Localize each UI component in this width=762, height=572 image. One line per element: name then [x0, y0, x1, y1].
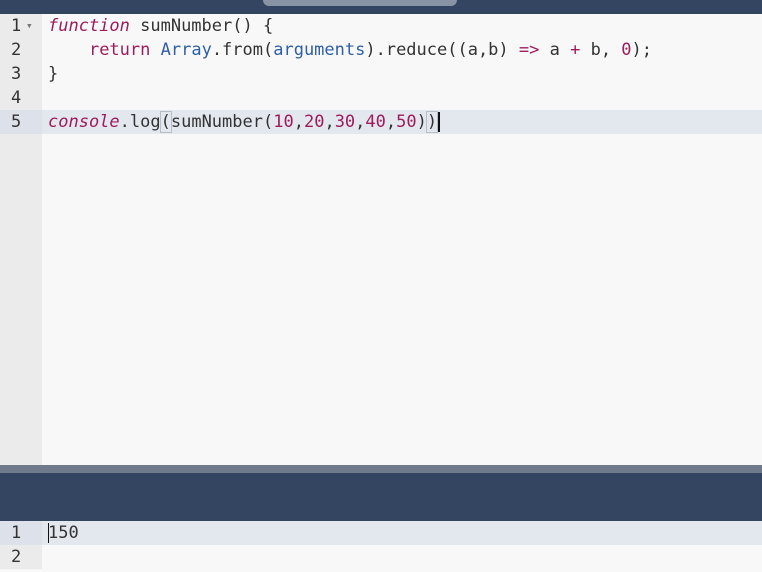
code-line-1[interactable]: 1 ▾ function sumNumber() { — [0, 14, 762, 38]
builtin-token: arguments — [273, 40, 366, 60]
code-token: , — [324, 112, 335, 132]
code-line-2[interactable]: 2 return Array.from(arguments).reduce((a… — [0, 38, 762, 62]
number-token: 40 — [365, 112, 386, 132]
console-header — [0, 473, 762, 521]
code-line-3[interactable]: 3 } — [0, 62, 762, 86]
code-token: a — [539, 40, 571, 60]
code-editor[interactable]: 1 ▾ function sumNumber() { 2 return Arra… — [0, 14, 762, 465]
number-token: 10 — [273, 112, 294, 132]
matched-bracket: ) — [425, 111, 439, 133]
line-number: 4 — [11, 88, 22, 108]
code-text: return Array.from(arguments).reduce((a,b… — [48, 38, 652, 62]
code-token: sumNumber() { — [129, 16, 274, 36]
operator-token: + — [570, 40, 581, 60]
console-line-2: 2 — [0, 545, 762, 569]
code-text: console.log(sumNumber(10,20,30,40,50)) — [48, 110, 441, 134]
code-token: , — [355, 112, 366, 132]
code-token: .from( — [211, 40, 274, 60]
number-token: 0 — [621, 40, 632, 60]
line-number: 2 — [11, 40, 22, 60]
line-number: 3 — [11, 64, 22, 84]
code-token: ).reduce((a,b) — [365, 40, 519, 60]
code-token: } — [48, 64, 59, 84]
code-token: sumNumber( — [170, 112, 274, 132]
code-token: ); — [631, 40, 653, 60]
number-token: 30 — [334, 112, 356, 132]
console-token: console — [48, 112, 120, 132]
text-cursor — [438, 112, 441, 132]
editor-tab-handle[interactable] — [263, 0, 457, 6]
builtin-token: Array — [160, 40, 212, 60]
console-output-text: 150 — [48, 523, 79, 543]
pane-splitter[interactable] — [0, 465, 762, 473]
code-line-4[interactable]: 4 — [0, 86, 762, 110]
operator-token: => — [518, 40, 540, 60]
code-token: , — [385, 112, 397, 132]
top-bar — [0, 0, 762, 14]
line-number: 1 — [11, 523, 22, 543]
line-number: 5 — [11, 112, 22, 132]
console-line-1: 1 150 — [0, 521, 762, 545]
number-token: 50 — [396, 112, 417, 132]
fold-arrow-icon[interactable]: ▾ — [26, 14, 33, 38]
code-token: b, — [580, 40, 622, 60]
number-token: 20 — [303, 112, 325, 132]
console-output[interactable]: 1 150 2 — [0, 521, 762, 572]
line-number: 2 — [11, 547, 22, 567]
code-text: function sumNumber() { — [48, 14, 273, 38]
keyword-token: function — [48, 16, 130, 36]
code-token: , — [293, 112, 304, 132]
code-line-5[interactable]: 5 console.log(sumNumber(10,20,30,40,50)) — [0, 110, 762, 134]
code-token: ) — [416, 112, 427, 132]
matched-bracket: ( — [159, 111, 172, 133]
code-text: } — [48, 62, 58, 86]
line-number: 1 — [11, 16, 22, 36]
keyword-token: return — [88, 40, 151, 60]
code-token: .log — [119, 112, 161, 132]
